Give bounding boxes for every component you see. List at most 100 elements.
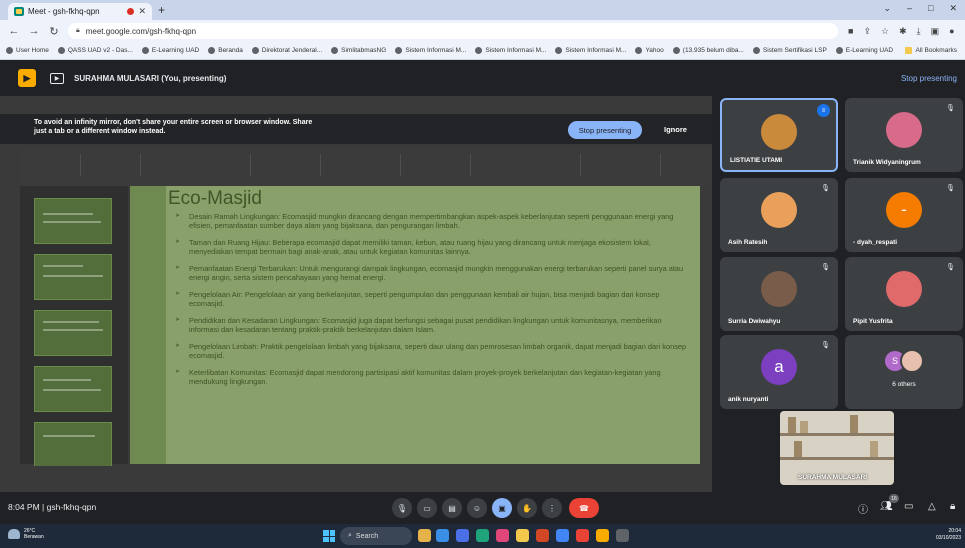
bookmark-item[interactable]: (13.935 belum diba... (672, 47, 744, 54)
task-view-icon[interactable] (436, 529, 449, 542)
meeting-details-icon[interactable]: ⓘ (858, 501, 868, 516)
participant-tile[interactable]: 🎙︎ - - dyah_respati (845, 178, 963, 252)
participant-tile[interactable]: 🎙︎ Surria Dwiwahyu (720, 257, 838, 331)
participant-avatar (886, 271, 922, 307)
captions-button[interactable]: ▤ (442, 498, 462, 518)
store-icon[interactable] (496, 529, 509, 542)
leave-call-button[interactable]: ☎ (569, 498, 599, 518)
ignore-button[interactable]: Ignore (664, 125, 687, 134)
bookmark-icon (835, 47, 843, 54)
participant-tile[interactable]: ≡ LISTIATIE UTAMI (720, 98, 838, 172)
tab-search-icon[interactable]: ⌄ (883, 3, 891, 14)
extensions-icon[interactable]: ✱ (899, 26, 907, 37)
clock-date: 03/10/2023 (935, 535, 961, 541)
bookmark-icon (475, 47, 483, 54)
participant-name: - dyah_respati (853, 239, 898, 246)
emoji-reaction-button[interactable]: ☺ (467, 498, 487, 518)
meet-app-icon[interactable] (456, 529, 469, 542)
people-icon[interactable]: 👥︎ (880, 501, 893, 512)
participant-avatar (761, 192, 797, 228)
tab-title: Meet - gsh-fkhq-qpn (28, 7, 100, 16)
raise-hand-button[interactable]: ✋ (517, 498, 537, 518)
minimize-button[interactable]: – (907, 3, 912, 14)
more-options-button[interactable]: ⋮ (542, 498, 562, 518)
participant-tile[interactable]: 🎙︎ Pipit Yusfrita (845, 257, 963, 331)
side-panel-icon[interactable]: ▣ (931, 26, 940, 37)
bookmark-star-icon[interactable]: ☆ (881, 26, 889, 37)
participant-tile[interactable]: 🎙︎ a anik nuryanti (720, 335, 838, 409)
participant-name: Surria Dwiwahyu (728, 318, 781, 325)
file-explorer-icon[interactable] (516, 529, 529, 542)
browser-tab-strip: Meet - gsh-fkhq-qpn ✕ + ⌄ – □ ✕ (0, 0, 965, 20)
microphone-button[interactable]: 🎙︎ (392, 498, 412, 518)
camera-button[interactable]: ▭ (417, 498, 437, 518)
present-now-button[interactable]: ▣ (492, 498, 512, 518)
close-window-button[interactable]: ✕ (949, 3, 957, 14)
forward-icon[interactable]: → (28, 25, 40, 37)
maximize-button[interactable]: □ (928, 3, 933, 14)
bookmark-item[interactable]: E-Learning UAD (141, 47, 199, 54)
participant-name: Trianik Widyaningrum (853, 159, 921, 166)
bookmark-item[interactable]: Direktorat Jenderal... (251, 47, 322, 54)
site-info-icon[interactable]: 🔒︎ (76, 27, 80, 35)
app-icon[interactable] (596, 529, 609, 542)
bookmark-item[interactable]: Sistem Informasi M... (475, 47, 546, 54)
weather-widget[interactable]: 26°C Berawan (8, 528, 44, 540)
reload-icon[interactable]: ↻ (48, 25, 60, 38)
system-clock[interactable]: 20:04 03/10/2023 (936, 528, 961, 542)
search-icon: ⌕ (348, 532, 352, 539)
camera-indicator-icon[interactable]: ■ (848, 26, 853, 37)
edge-icon[interactable] (476, 529, 489, 542)
url-field[interactable]: 🔒︎ meet.google.com/gsh-fkhq-qpn (68, 23, 838, 39)
participant-name: anik nuryanti (728, 396, 769, 403)
bookmark-item[interactable]: SimlitabmasNG (331, 47, 386, 54)
stop-presenting-button[interactable]: Stop presenting (568, 121, 642, 139)
bookmark-item[interactable]: Sistem Informasi M... (395, 47, 466, 54)
slide-thumbnail[interactable] (34, 254, 112, 300)
profile-avatar-icon[interactable]: ● (949, 26, 954, 37)
widgets-app-icon[interactable] (418, 529, 431, 542)
participant-tile[interactable]: 🎙︎ Trianik Widyaningrum (845, 98, 963, 172)
app-icon[interactable] (616, 529, 629, 542)
bookmark-icon (752, 47, 760, 54)
bookmark-item[interactable]: Yahoo (635, 47, 664, 54)
powerpoint-icon[interactable] (536, 529, 549, 542)
slide-thumbnail[interactable] (34, 198, 112, 244)
windows-start-icon[interactable] (323, 530, 335, 542)
chrome-icon[interactable] (556, 529, 569, 542)
slide-thumbnail[interactable] (34, 366, 112, 412)
slide-bullets: Desain Ramah Lingkungan: Ecomasjid mungk… (175, 212, 690, 394)
browser-tab[interactable]: Meet - gsh-fkhq-qpn ✕ (8, 3, 152, 20)
activities-icon[interactable]: △ (928, 501, 936, 512)
bookmark-item[interactable]: E-Learning UAD (835, 47, 893, 54)
chat-icon[interactable]: ▭ (904, 501, 913, 512)
slide-thumbnail[interactable] (34, 422, 112, 468)
bookmark-item[interactable]: Sistem Sertifikasi LSP (752, 47, 827, 54)
bookmark-item[interactable]: Beranda (208, 47, 243, 54)
bookmark-item[interactable]: Sistem Informasi M... (555, 47, 626, 54)
tab-close-icon[interactable]: ✕ (138, 6, 146, 17)
mic-off-icon: 🎙︎ (821, 342, 830, 349)
speaking-indicator-icon: ≡ (817, 104, 830, 117)
others-tile[interactable]: S 6 others (845, 335, 963, 409)
participant-avatar (761, 271, 797, 307)
all-bookmarks-button[interactable]: All Bookmarks (905, 47, 965, 54)
participant-avatar (761, 114, 797, 150)
download-icon[interactable]: ⤓ (917, 26, 921, 37)
separator: | (42, 502, 45, 512)
slide-thumbnail[interactable] (34, 310, 112, 356)
bookmark-item[interactable]: User Home (6, 47, 49, 54)
participant-tile[interactable]: 🎙︎ Asih Ratesih (720, 178, 838, 252)
bookmark-item[interactable]: QASS UAD v2 - Das... (57, 47, 133, 54)
new-tab-button[interactable]: + (158, 3, 165, 17)
back-icon[interactable]: ← (8, 25, 20, 37)
app-icon[interactable] (576, 529, 589, 542)
taskbar-search[interactable]: ⌕ Search (340, 527, 412, 545)
stop-presenting-link[interactable]: Stop presenting (901, 74, 957, 83)
slide-bullet: Desain Ramah Lingkungan: Ecomasjid mungk… (175, 212, 690, 230)
self-view-tile[interactable]: SURAHMA MULASARI (780, 411, 894, 485)
share-icon[interactable]: ⇪ (863, 26, 871, 37)
host-controls-icon[interactable]: 🔒︎ (950, 501, 955, 512)
participant-avatar: a (761, 349, 797, 385)
slide-bullet: Keterlibatan Komunitas: Ecomasjid dapat … (175, 368, 690, 386)
